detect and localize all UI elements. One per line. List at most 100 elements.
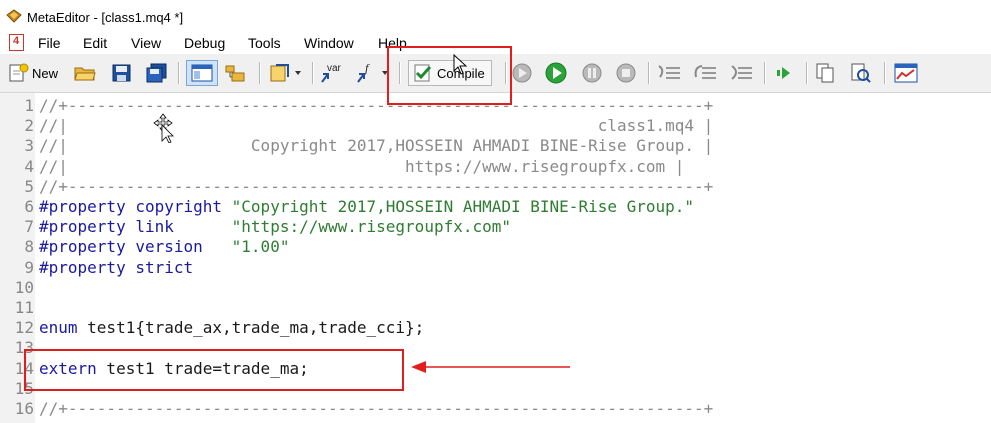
metaeditor-logo-icon bbox=[6, 9, 22, 23]
title-bar: MetaEditor - [class1.mq4 *] bbox=[0, 0, 991, 32]
code-line[interactable]: 4//| https://www.risegroupfx.com | bbox=[0, 157, 991, 177]
code-text: //+-------------------------------------… bbox=[39, 176, 714, 196]
save-button[interactable] bbox=[111, 62, 133, 84]
line-number: 2 bbox=[24, 116, 34, 136]
code-text: #property copyright "Copyright 2017,HOSS… bbox=[39, 197, 695, 216]
step-out-button[interactable] bbox=[728, 62, 754, 84]
toolbar-separator bbox=[884, 62, 886, 84]
code-line[interactable]: 9 #property strict bbox=[0, 258, 991, 278]
new-file-icon bbox=[9, 63, 29, 82]
line-number: 11 bbox=[14, 298, 34, 317]
chart-window-icon bbox=[894, 63, 918, 83]
annotation-arrow-icon bbox=[411, 361, 570, 373]
line-number: 5 bbox=[24, 176, 34, 196]
line-number: 1 bbox=[24, 96, 34, 115]
stop-icon bbox=[616, 63, 636, 83]
navigator-toggle-button[interactable] bbox=[186, 60, 218, 86]
code-text: //| class1.mq4 | bbox=[39, 116, 714, 136]
start-profiling-button[interactable] bbox=[511, 62, 533, 84]
step-into-button[interactable] bbox=[656, 62, 682, 84]
line-number: 10 bbox=[14, 277, 34, 297]
line-number: 6 bbox=[24, 197, 34, 216]
toolbar-separator bbox=[259, 62, 261, 84]
step-over-icon bbox=[694, 65, 716, 79]
menu-file[interactable]: File bbox=[38, 35, 61, 51]
toolbar-separator bbox=[178, 62, 180, 84]
toolbar-separator bbox=[312, 62, 314, 84]
line-number: 7 bbox=[24, 217, 34, 237]
svg-text:f: f bbox=[365, 62, 370, 75]
svg-text:var: var bbox=[327, 63, 342, 74]
code-line[interactable]: 3//| Copyright 2017,HOSSEIN AHMADI BINE-… bbox=[0, 136, 991, 156]
open-button[interactable] bbox=[74, 62, 96, 84]
copy-button[interactable] bbox=[814, 62, 836, 84]
code-line[interactable]: 8 #property version "1.00" bbox=[0, 237, 991, 257]
menu-edit[interactable]: Edit bbox=[83, 35, 107, 51]
window-layout-icon bbox=[191, 64, 213, 82]
search-icon bbox=[851, 63, 871, 83]
resource-dropdown-icon bbox=[270, 64, 301, 82]
new-button[interactable]: New bbox=[8, 62, 58, 84]
step-into-icon bbox=[658, 65, 680, 79]
variable-icon: var bbox=[321, 63, 342, 83]
line-number: 3 bbox=[24, 136, 34, 156]
code-line[interactable]: 12 enum test1{trade_ax,trade_ma,trade_cci… bbox=[0, 318, 991, 338]
code-text: enum test1{trade_ax,trade_ma,trade_cci}; bbox=[39, 318, 425, 338]
document-icon[interactable]: 4 bbox=[9, 34, 24, 51]
menu-debug[interactable]: Debug bbox=[184, 35, 225, 51]
function-list-button[interactable]: f bbox=[355, 62, 391, 84]
toolbox-button[interactable] bbox=[224, 62, 248, 84]
toolbar-separator bbox=[648, 62, 650, 84]
code-text: //| Copyright 2017,HOSSEIN AHMADI BINE-R… bbox=[39, 136, 714, 156]
line-number: 12 bbox=[14, 318, 34, 338]
pause-button[interactable] bbox=[581, 62, 603, 84]
toolbox-icon bbox=[225, 65, 245, 82]
move-cursor-icon bbox=[153, 113, 174, 143]
code-line[interactable]: 2//| class1.mq4 | bbox=[0, 116, 991, 136]
save-all-icon bbox=[146, 63, 167, 83]
line-number: 8 bbox=[24, 237, 34, 257]
menu-view[interactable]: View bbox=[131, 35, 161, 51]
code-text: //| https://www.risegroupfx.com | bbox=[39, 156, 685, 176]
stop-button[interactable] bbox=[615, 62, 637, 84]
run-to-cursor-button[interactable] bbox=[774, 62, 796, 84]
code-line[interactable]: 5//+------------------------------------… bbox=[0, 177, 991, 197]
toolbar-separator bbox=[806, 62, 808, 84]
profile-icon bbox=[512, 63, 532, 83]
function-dropdown-icon: f bbox=[357, 62, 388, 83]
code-line[interactable]: 7 #property link "https://www.risegroupfx… bbox=[0, 217, 991, 237]
arrow-right-icon bbox=[777, 67, 790, 79]
save-all-button[interactable] bbox=[145, 62, 169, 84]
mouse-pointer-icon bbox=[453, 54, 468, 75]
new-label: New bbox=[32, 65, 59, 81]
insert-resource-button[interactable] bbox=[268, 62, 304, 84]
copy-icon bbox=[816, 63, 834, 83]
folder-open-icon bbox=[74, 67, 96, 81]
code-text: //+-------------------------------------… bbox=[39, 96, 714, 115]
menu-tools[interactable]: Tools bbox=[248, 35, 281, 51]
step-out-icon bbox=[731, 65, 752, 80]
line-number: 16 bbox=[14, 399, 34, 418]
find-button[interactable] bbox=[850, 62, 872, 84]
terminal-button[interactable] bbox=[894, 62, 918, 84]
line-number: 4 bbox=[24, 156, 34, 176]
menu-window[interactable]: Window bbox=[304, 35, 354, 51]
code-text: #property link "https://www.risegroupfx.… bbox=[39, 217, 512, 237]
window-title: MetaEditor - [class1.mq4 *] bbox=[27, 10, 184, 25]
code-line[interactable]: 6 #property copyright "Copyright 2017,HOS… bbox=[0, 197, 991, 217]
play-icon bbox=[545, 62, 567, 84]
compile-highlight-box bbox=[387, 46, 512, 105]
line-number: 9 bbox=[24, 257, 34, 277]
pause-icon bbox=[582, 63, 602, 83]
step-over-button[interactable] bbox=[692, 62, 718, 84]
code-text: //+-------------------------------------… bbox=[39, 399, 714, 418]
start-debugging-button[interactable] bbox=[545, 62, 567, 84]
code-line[interactable]: 10 bbox=[0, 278, 991, 298]
code-text: #property version "1.00" bbox=[39, 237, 290, 257]
code-line[interactable]: 11 bbox=[0, 298, 991, 318]
code-line-highlight-box bbox=[24, 349, 404, 391]
code-text: #property strict bbox=[39, 257, 194, 277]
save-icon bbox=[112, 64, 131, 82]
list-names-button[interactable]: var bbox=[319, 62, 347, 84]
code-line[interactable]: 16 //+-----------------------------------… bbox=[0, 399, 991, 419]
